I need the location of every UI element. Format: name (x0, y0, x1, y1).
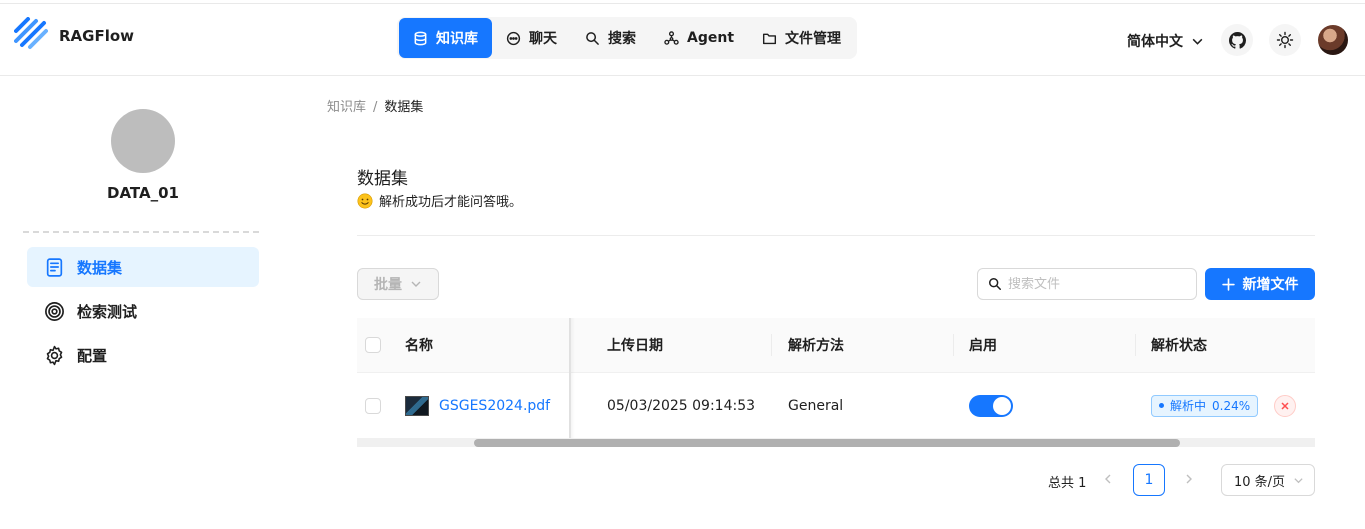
agent-graph-icon (664, 30, 679, 45)
ragflow-logo-icon (14, 17, 48, 49)
app-header: RAGFlow 知识库 聊天 搜索 Agent 文件管理 简体中文 (0, 5, 1365, 76)
language-label: 简体中文 (1127, 34, 1183, 50)
sidebar-item-label: 配置 (77, 346, 108, 365)
sidebar-item-configuration[interactable]: 配置 (27, 335, 259, 375)
kb-name: DATA_01 (107, 184, 179, 202)
theme-toggle-button[interactable] (1269, 24, 1301, 56)
smile-emoji-icon (357, 193, 373, 208)
chevron-left-icon (1105, 474, 1111, 484)
pagination-total: 总共 1 (1048, 476, 1087, 491)
select-all-cell (365, 318, 381, 372)
page-subtitle: 解析成功后才能问答哦。 (357, 191, 522, 210)
documents-table: 名称 上传日期 解析方法 启用 解析状态 GSGES2024.pdf 05/03… (357, 318, 1315, 448)
column-header-parse-status[interactable]: 解析状态 (1151, 318, 1207, 372)
nav-item-search[interactable]: 搜索 (571, 18, 650, 58)
column-separator (1135, 334, 1136, 356)
sidebar-item-label: 检索测试 (77, 302, 138, 321)
file-thumbnail (405, 395, 429, 416)
breadcrumb-separator: / (373, 100, 378, 115)
top-border (0, 0, 1365, 4)
chevron-down-icon (411, 281, 421, 287)
chat-icon (506, 31, 521, 45)
content-divider (357, 235, 1315, 236)
chevron-down-icon (1192, 38, 1203, 45)
sidebar-item-retrieval-test[interactable]: 检索测试 (27, 291, 259, 331)
column-header-name[interactable]: 名称 (405, 318, 433, 372)
github-icon (1228, 31, 1246, 49)
upload-date-cell: 05/03/2025 09:14:53 (607, 397, 756, 414)
close-icon (1281, 401, 1289, 410)
column-header-parse-method[interactable]: 解析方法 (788, 318, 844, 372)
search-icon (989, 278, 1001, 290)
cancel-parse-button[interactable] (1274, 394, 1297, 417)
breadcrumb-current: 数据集 (384, 100, 424, 115)
parse-method-cell: General (788, 397, 844, 414)
user-avatar[interactable] (1318, 25, 1348, 55)
page-size-selector[interactable]: 10 条/页 (1221, 464, 1315, 496)
folder-icon (763, 33, 777, 44)
pagination-next-button[interactable] (1184, 472, 1194, 488)
fixed-column-shadow (569, 318, 575, 438)
breadcrumb: 知识库 / 数据集 (327, 96, 423, 115)
add-file-button[interactable]: 新增文件 (1205, 268, 1315, 300)
search-icon (586, 31, 599, 45)
pagination-page-1[interactable]: 1 (1133, 464, 1165, 496)
nav-item-agent[interactable]: Agent (650, 18, 748, 58)
nav-item-chat[interactable]: 聊天 (492, 18, 571, 58)
status-text: 解析中 (1170, 399, 1207, 413)
row-checkbox[interactable] (365, 397, 381, 414)
page-size-label: 10 条/页 (1234, 474, 1286, 490)
main-nav: 知识库 聊天 搜索 Agent 文件管理 (397, 17, 857, 59)
enabled-cell (969, 373, 1013, 438)
nav-item-label: 文件管理 (785, 31, 842, 47)
language-selector[interactable]: 简体中文 (1127, 31, 1204, 51)
parse-status-cell: 解析中 0.24% (1151, 373, 1297, 438)
nav-item-file-manager[interactable]: 文件管理 (748, 18, 855, 58)
chevron-right-icon (1186, 474, 1192, 484)
sidebar-divider (23, 231, 259, 233)
horizontal-scrollbar-thumb[interactable] (474, 439, 1180, 447)
file-name-link[interactable]: GSGES2024.pdf (439, 398, 550, 414)
page-subtitle-text: 解析成功后才能问答哦。 (379, 195, 523, 210)
add-file-label: 新增文件 (1242, 277, 1299, 293)
nav-item-knowledge-base[interactable]: 知识库 (399, 18, 492, 58)
batch-label: 批量 (374, 277, 402, 293)
nav-item-label: 搜索 (608, 31, 636, 47)
column-separator (771, 334, 772, 356)
file-search-box[interactable] (977, 268, 1197, 300)
column-separator (953, 334, 954, 356)
search-input[interactable] (1008, 276, 1188, 292)
document-icon (46, 257, 63, 277)
breadcrumb-parent[interactable]: 知识库 (327, 100, 366, 115)
sidebar-item-label: 数据集 (77, 258, 123, 277)
pagination-prev-button[interactable] (1103, 472, 1113, 488)
status-badge: 解析中 0.24% (1151, 394, 1259, 417)
select-all-checkbox[interactable] (365, 337, 381, 353)
status-dot (1159, 403, 1164, 408)
page-title: 数据集 (357, 169, 408, 189)
nav-item-label: 知识库 (436, 31, 478, 47)
chevron-down-icon (1294, 477, 1303, 483)
file-name-cell: GSGES2024.pdf (405, 373, 550, 438)
nav-item-label: Agent (687, 30, 735, 46)
column-header-enabled[interactable]: 启用 (969, 318, 997, 372)
row-select-cell (365, 373, 381, 438)
target-icon (45, 301, 64, 321)
kb-avatar (111, 109, 175, 173)
nav-item-label: 聊天 (529, 31, 557, 47)
column-header-upload-date[interactable]: 上传日期 (607, 318, 663, 372)
batch-dropdown-button[interactable]: 批量 (357, 268, 439, 300)
status-progress: 0.24% (1212, 398, 1251, 413)
gear-icon (46, 345, 63, 365)
brand-name: RAGFlow (59, 27, 135, 45)
plus-icon (1221, 277, 1235, 291)
table-header: 名称 上传日期 解析方法 启用 解析状态 (357, 318, 1315, 373)
enabled-toggle[interactable] (969, 394, 1013, 417)
table-row: GSGES2024.pdf 05/03/2025 09:14:53 Genera… (357, 373, 1315, 438)
sidebar-item-dataset[interactable]: 数据集 (27, 247, 259, 287)
database-icon (414, 31, 427, 45)
sun-icon (1276, 31, 1294, 49)
github-button[interactable] (1221, 24, 1253, 56)
